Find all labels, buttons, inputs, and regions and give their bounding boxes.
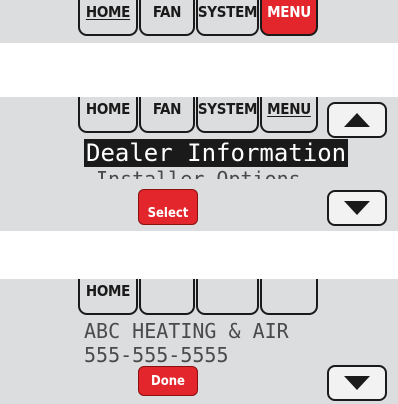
- menu-item-dealer-information[interactable]: Dealer Information: [84, 139, 349, 167]
- done-button-label: Done: [150, 373, 185, 389]
- tab-blank-3: [260, 279, 318, 315]
- tab-menu-label: MENU: [267, 100, 311, 118]
- select-button-label: Select: [147, 206, 189, 221]
- down-arrow-icon: [344, 376, 370, 390]
- tab-fan[interactable]: FAN: [139, 97, 195, 133]
- tab-fan-label: FAN: [152, 3, 182, 21]
- scroll-down-button[interactable]: [327, 365, 387, 401]
- menu-item-label: Installer Options: [96, 167, 301, 179]
- tab-home[interactable]: HOME: [78, 0, 138, 36]
- tab-system-label: SYSTEM: [197, 100, 258, 118]
- tab-system[interactable]: SYSTEM: [196, 0, 259, 36]
- menu-item-label: Dealer Information: [84, 139, 349, 167]
- tab-home[interactable]: HOME: [78, 97, 138, 133]
- menu-item-installer-options[interactable]: Installer Options: [96, 167, 301, 179]
- tab-blank-1: [139, 279, 195, 315]
- up-arrow-icon: [344, 113, 370, 127]
- tab-blank-2: [196, 279, 259, 315]
- scroll-up-button[interactable]: [327, 102, 387, 138]
- done-button[interactable]: Done: [138, 366, 198, 396]
- dealer-phone: 555-555-5555: [84, 343, 229, 367]
- dealer-name-text: ABC HEATING & AIR: [84, 319, 289, 343]
- scroll-down-button[interactable]: [327, 190, 387, 226]
- tab-home-label: HOME: [85, 100, 131, 118]
- tab-home-label: HOME: [85, 282, 131, 300]
- tab-system-label: SYSTEM: [197, 3, 258, 21]
- dealer-name: ABC HEATING & AIR: [84, 319, 289, 343]
- tab-menu-label: MENU: [267, 3, 311, 21]
- thermostat-screen-menu-tab: HOME FAN SYSTEM MENU: [0, 0, 398, 43]
- tab-fan[interactable]: FAN: [139, 0, 195, 36]
- thermostat-screen-menu-list: HOME FAN SYSTEM MENU Dealer Information …: [0, 97, 398, 231]
- tab-home[interactable]: HOME: [78, 279, 138, 315]
- thermostat-screen-dealer-info: HOME ABC HEATING & AIR 555-555-5555 Done: [0, 279, 398, 404]
- select-button[interactable]: Select: [138, 189, 198, 225]
- dealer-phone-text: 555-555-5555: [84, 343, 229, 367]
- down-arrow-icon: [344, 201, 370, 215]
- tab-system[interactable]: SYSTEM: [196, 97, 259, 133]
- tab-menu[interactable]: MENU: [260, 0, 318, 36]
- tab-home-label: HOME: [85, 3, 131, 21]
- tab-fan-label: FAN: [152, 100, 182, 118]
- tab-menu[interactable]: MENU: [260, 97, 318, 133]
